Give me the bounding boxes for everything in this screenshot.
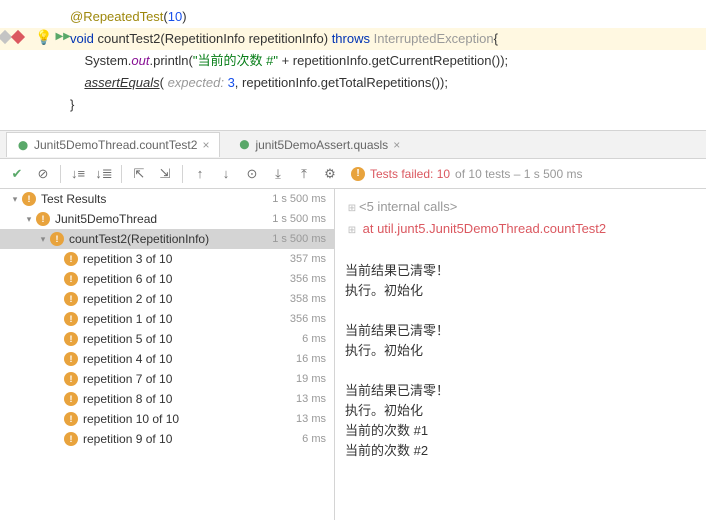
tree-repetition[interactable]: !repetition 5 of 106 ms: [0, 329, 334, 349]
sort-alpha-icon[interactable]: ↓≡: [67, 163, 89, 185]
tree-class[interactable]: ▾ ! Junit5DemoThread 1 s 500 ms: [0, 209, 334, 229]
fail-icon: !: [22, 192, 36, 206]
gutter: 💡 ▶▶: [0, 26, 71, 48]
sort-duration-icon[interactable]: ↓≣: [93, 163, 115, 185]
fold-icon[interactable]: ⊞: [345, 199, 359, 219]
tree-repetition[interactable]: !repetition 7 of 1019 ms: [0, 369, 334, 389]
scroll-stack-icon[interactable]: ⊙: [241, 163, 263, 185]
show-ignored-icon[interactable]: ⊘: [32, 163, 54, 185]
tab-quasls[interactable]: ⬤ junit5DemoAssert.quasls ×: [228, 133, 410, 157]
tree-repetition[interactable]: !repetition 1 of 10356 ms: [0, 309, 334, 329]
fail-icon: !: [64, 432, 78, 446]
close-icon[interactable]: ×: [202, 138, 209, 152]
close-icon[interactable]: ×: [393, 138, 400, 152]
fail-icon: !: [64, 292, 78, 306]
tree-method[interactable]: ▾ ! countTest2(RepetitionInfo) 1 s 500 m…: [0, 229, 334, 249]
chevron-down-icon[interactable]: ▾: [8, 194, 22, 205]
tree-repetition[interactable]: !repetition 2 of 10358 ms: [0, 289, 334, 309]
fail-icon: !: [64, 312, 78, 326]
code-editor[interactable]: 💡 ▶▶ @RepeatedTest(10) void countTest2(R…: [0, 0, 706, 131]
fail-icon: !: [64, 252, 78, 266]
run-config-icon: ⬤: [238, 139, 250, 151]
fail-icon: !: [50, 232, 64, 246]
fail-icon: !: [64, 392, 78, 406]
fail-badge-icon: !: [351, 167, 365, 181]
tree-repetition[interactable]: !repetition 4 of 1016 ms: [0, 349, 334, 369]
separator: [60, 165, 61, 183]
run-config-icon: ⬤: [17, 139, 29, 151]
next-failed-icon[interactable]: ↓: [215, 163, 237, 185]
fail-icon: !: [64, 352, 78, 366]
fail-icon: !: [64, 372, 78, 386]
console-output[interactable]: ⊞<5 internal calls> ⊞ at util.junt5.Juni…: [335, 189, 706, 520]
prev-failed-icon[interactable]: ↑: [189, 163, 211, 185]
tree-repetition[interactable]: !repetition 3 of 10357 ms: [0, 249, 334, 269]
breakpoint-icon[interactable]: [11, 30, 25, 44]
separator: [121, 165, 122, 183]
separator: [182, 165, 183, 183]
tab-count-test2[interactable]: ⬤ Junit5DemoThread.countTest2 ×: [6, 132, 220, 157]
fail-icon: !: [64, 272, 78, 286]
test-status: ! Tests failed: 10 of 10 tests – 1 s 500…: [351, 167, 582, 181]
test-toolbar: ✔ ⊘ ↓≡ ↓≣ ⇱ ⇲ ↑ ↓ ⊙ ⤓ ⤒ ⚙ ! Tests failed…: [0, 159, 706, 189]
tree-repetition[interactable]: !repetition 10 of 1013 ms: [0, 409, 334, 429]
import-icon[interactable]: ⤓: [267, 163, 289, 185]
expand-all-icon[interactable]: ⇱: [128, 163, 150, 185]
tree-repetition[interactable]: !repetition 6 of 10356 ms: [0, 269, 334, 289]
test-runner-panel: ✔ ⊘ ↓≡ ↓≣ ⇱ ⇲ ↑ ↓ ⊙ ⤓ ⤒ ⚙ ! Tests failed…: [0, 159, 706, 520]
fail-icon: !: [64, 332, 78, 346]
tree-repetition[interactable]: !repetition 9 of 106 ms: [0, 429, 334, 449]
chevron-down-icon[interactable]: ▾: [22, 214, 36, 225]
test-tree[interactable]: ▾ ! Test Results 1 s 500 ms ▾ ! Junit5De…: [0, 189, 335, 520]
tree-root[interactable]: ▾ ! Test Results 1 s 500 ms: [0, 189, 334, 209]
run-tab-bar: ⬤ Junit5DemoThread.countTest2 × ⬤ junit5…: [0, 131, 706, 159]
export-icon[interactable]: ⤒: [293, 163, 315, 185]
show-passed-icon[interactable]: ✔: [6, 163, 28, 185]
intention-bulb-icon[interactable]: 💡: [35, 26, 52, 48]
fail-icon: !: [64, 412, 78, 426]
collapse-all-icon[interactable]: ⇲: [154, 163, 176, 185]
annotation: @RepeatedTest: [70, 9, 163, 24]
fail-icon: !: [36, 212, 50, 226]
tree-repetition[interactable]: !repetition 8 of 1013 ms: [0, 389, 334, 409]
run-gutter-icon[interactable]: ▶▶: [55, 26, 70, 48]
fold-icon[interactable]: ⊞: [345, 221, 359, 241]
settings-icon[interactable]: ⚙: [319, 163, 341, 185]
chevron-down-icon[interactable]: ▾: [36, 234, 50, 245]
